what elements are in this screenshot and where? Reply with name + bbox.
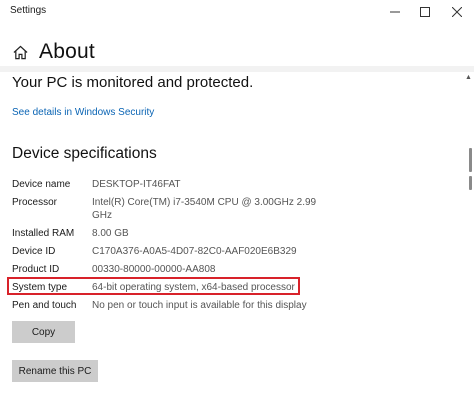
spec-label: Processor	[12, 197, 58, 208]
spec-value: DESKTOP-IT46FAT	[92, 179, 181, 190]
windows-security-link[interactable]: See details in Windows Security	[12, 107, 154, 118]
scrollbar[interactable]	[464, 72, 474, 395]
spec-value: 00330-80000-00000-AA808	[92, 264, 216, 275]
window-title: Settings	[10, 5, 47, 16]
maximize-icon	[420, 7, 430, 17]
copy-button[interactable]: Copy	[12, 321, 75, 343]
title-bar: Settings	[0, 0, 474, 24]
spec-label: Pen and touch	[12, 300, 77, 311]
spec-label: Installed RAM	[12, 228, 75, 239]
minimize-icon	[390, 11, 400, 13]
spec-value: 8.00 GB	[92, 228, 129, 239]
system-type-highlight	[7, 277, 300, 295]
scrollbar-thumb-lower[interactable]	[469, 176, 472, 190]
maximize-button[interactable]	[408, 0, 442, 24]
page-title: About	[39, 40, 95, 63]
scroll-up-icon[interactable]: ▲	[465, 74, 472, 81]
home-icon[interactable]	[12, 44, 28, 60]
protection-status: Your PC is monitored and protected.	[12, 74, 254, 91]
close-icon	[452, 7, 462, 17]
close-button[interactable]	[440, 0, 474, 24]
scrollbar-thumb[interactable]	[469, 148, 472, 172]
minimize-button[interactable]	[378, 0, 412, 24]
rename-pc-button[interactable]: Rename this PC	[12, 360, 98, 382]
spec-value: No pen or touch input is available for t…	[92, 300, 307, 311]
spec-value: Intel(R) Core(TM) i7-3540M CPU @ 3.00GHz…	[92, 197, 317, 221]
spec-label: Product ID	[12, 264, 60, 275]
spec-value: C170A376-A0A5-4D07-82C0-AAF020E6B329	[92, 246, 297, 257]
spec-label: Device name	[12, 179, 71, 190]
device-specifications-title: Device specifications	[12, 145, 157, 162]
spec-label: Device ID	[12, 246, 56, 257]
page-header: About	[12, 38, 95, 66]
header-divider	[0, 66, 474, 72]
